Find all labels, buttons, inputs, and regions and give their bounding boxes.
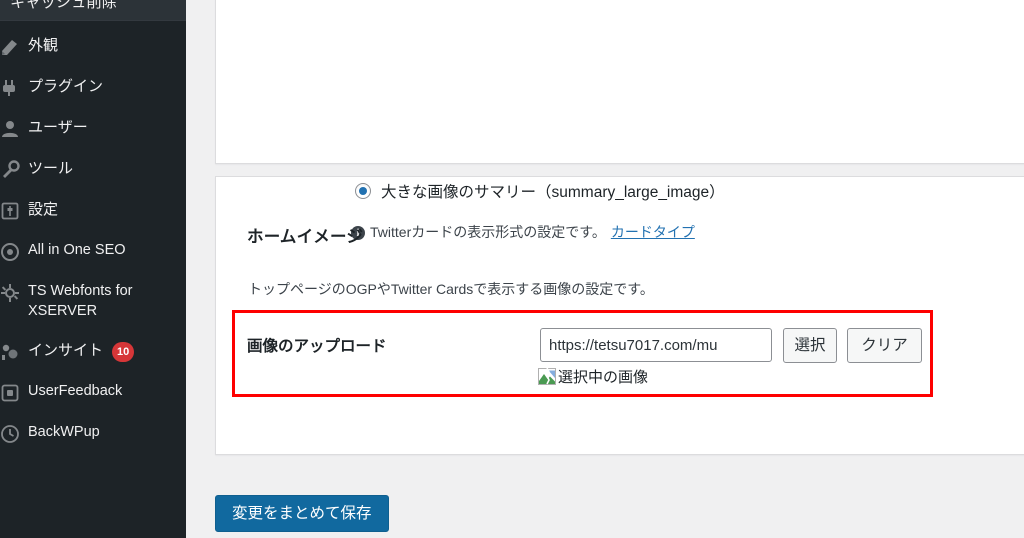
sidebar-item-label: ユーザー [28, 119, 88, 136]
sidebar-item-label: 外観 [28, 37, 59, 54]
sidebar-item-label: TS Webfonts for XSERVER [28, 283, 133, 319]
sidebar-item-label: インサイト 10 [28, 341, 135, 363]
sidebar-item-6[interactable]: TS Webfonts for XSERVER [0, 272, 186, 331]
twitter-card-hint-text: Twitterカードの表示形式の設定です。 [370, 224, 606, 240]
page-title: ホームイメージ [247, 227, 364, 246]
admin-sidebar: キャッシュ削除 外観プラグインユーザーツール設定 All in One SEO TS… [0, 0, 186, 538]
sidebar-item-4[interactable]: 設定 [0, 190, 186, 231]
backup-clock-icon [0, 423, 28, 444]
radio-option-summary-large-image[interactable]: 大きな画像のサマリー（summary_large_image） [355, 180, 725, 202]
wordpress-admin-screen: キャッシュ削除 外観プラグインユーザーツール設定 All in One SEO TS… [0, 0, 1024, 538]
sidebar-item-0[interactable]: 外観 [0, 26, 186, 67]
home-image-card [215, 176, 1024, 455]
sidebar-item-badge: 10 [112, 342, 135, 363]
gear-icon [0, 282, 28, 303]
sidebar-item-label: ツール [28, 160, 74, 177]
sidebar-item-label: UserFeedback [28, 383, 123, 400]
plugins-plug-icon [0, 77, 28, 98]
users-person-icon [0, 118, 28, 139]
appearance-brush-icon [0, 36, 28, 57]
sidebar-item-label: BackWPup [28, 424, 100, 441]
sidebar-divider [0, 20, 186, 21]
tools-hammer-icon [0, 159, 28, 180]
feedback-square-icon [0, 382, 28, 403]
sidebar-item-1[interactable]: プラグイン [0, 67, 186, 108]
image-url-input[interactable] [540, 328, 772, 362]
sidebar-item-label: All in One SEO [28, 242, 126, 258]
sidebar-menu-list: 外観プラグインユーザーツール設定 All in One SEO TS Webfont… [0, 26, 186, 454]
sidebar-item-label: 設定 [28, 201, 59, 218]
radio-button-selected[interactable] [355, 183, 371, 199]
sidebar-item-8[interactable]: UserFeedback [0, 372, 186, 413]
sidebar-item-2[interactable]: ユーザー [0, 108, 186, 149]
save-all-changes-button[interactable]: 変更をまとめて保存 [215, 495, 389, 532]
twitter-card-settings-card [215, 0, 1024, 164]
image-upload-label: 画像のアップロード [247, 338, 387, 355]
main-content [186, 0, 1024, 538]
select-image-button[interactable]: 選択 [783, 328, 837, 363]
sidebar-item-cache-delete[interactable]: キャッシュ削除 [0, 0, 186, 20]
card-type-link[interactable]: カードタイプ [611, 222, 695, 242]
broken-image-icon [538, 367, 556, 385]
twitter-card-hint-row: i Twitterカードの表示形式の設定です。 カードタイプ [351, 222, 695, 242]
sidebar-item-9[interactable]: BackWPup [0, 413, 186, 454]
home-image-description: トップページのOGPやTwitter Cardsで表示する画像の設定です。 [248, 281, 654, 297]
settings-sliders-icon [0, 200, 28, 221]
sidebar-item-3[interactable]: ツール [0, 149, 186, 190]
sidebar-item-7[interactable]: インサイト 10 [0, 331, 186, 372]
insights-chart-icon [0, 341, 28, 362]
selected-image-thumbnail-row: 選択中の画像 [538, 366, 648, 387]
sidebar-item-5[interactable]: All in One SEO [0, 231, 186, 272]
selected-image-alt-text: 選択中の画像 [558, 369, 649, 386]
clear-image-button[interactable]: クリア [847, 328, 922, 363]
sidebar-item-label: プラグイン [28, 78, 104, 95]
aioseo-circle-icon [0, 241, 28, 262]
radio-option-label: 大きな画像のサマリー（summary_large_image） [381, 184, 725, 201]
